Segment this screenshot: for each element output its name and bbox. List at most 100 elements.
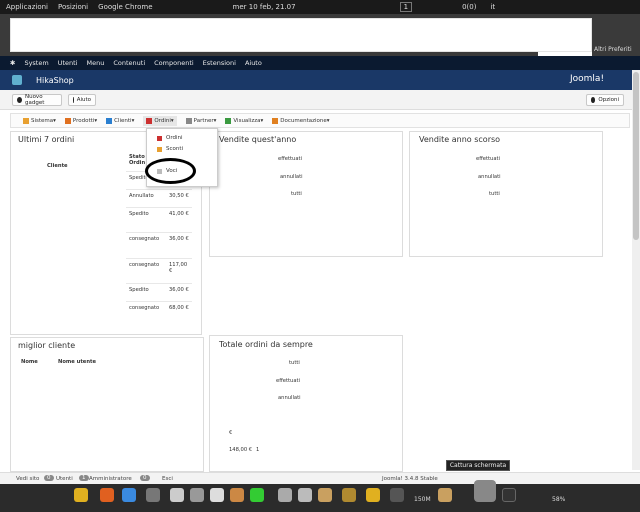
workspace-indicator[interactable]: 1 <box>399 2 413 12</box>
hika-menu-item[interactable]: Clienti ▾ <box>106 117 135 124</box>
hika-menu-item[interactable]: Sistema ▾ <box>23 117 56 124</box>
hika-menu-item[interactable]: Partner ▾ <box>185 117 217 124</box>
browser-address-overlay <box>10 18 592 52</box>
sales-row-label: effettuati <box>278 156 302 162</box>
logout-link[interactable]: Esci <box>162 476 173 482</box>
other-bookmarks[interactable]: Altri Preferiti <box>594 46 632 53</box>
joomla-status-bar: Vedi sito 0 Utenti 1 Amministratore 0 Es… <box>0 472 640 484</box>
chevron-down-icon: ▾ <box>131 117 135 124</box>
active-app-label[interactable]: Google Chrome <box>98 3 152 11</box>
panel-title: Ultimi 7 ordini <box>18 135 75 144</box>
gear-icon <box>591 97 596 103</box>
positions-menu[interactable]: Posizioni <box>58 3 88 11</box>
menu-item[interactable]: System <box>24 59 48 67</box>
table-row-divider <box>126 232 192 233</box>
document-icon[interactable] <box>170 488 184 502</box>
table-row-divider <box>126 207 192 208</box>
panel-title: Totale ordini da sempre <box>219 340 313 349</box>
chevron-down-icon: ▾ <box>170 117 174 124</box>
sales-row-label: annullati <box>478 174 501 180</box>
hika-menu-item[interactable]: Visualizza ▾ <box>225 117 263 124</box>
menu-item[interactable]: Componenti <box>154 59 194 67</box>
hika-menu-item[interactable]: Ordini ▾ <box>143 115 177 126</box>
page-title: HikaShop <box>36 75 74 85</box>
menu-item[interactable]: Estensioni <box>203 59 236 67</box>
refresh-icon[interactable] <box>250 488 264 502</box>
column-header-username: Nome utente <box>58 359 97 365</box>
tooltip: Cattura schermata <box>446 460 510 471</box>
language-indicator[interactable]: it <box>490 3 495 11</box>
menu-item-icon <box>23 117 29 124</box>
applications-menu[interactable]: Applicazioni <box>6 3 48 11</box>
sales-row-label: tutti <box>291 191 302 197</box>
annotation-circle <box>145 158 196 184</box>
messages-badge: 0 <box>140 475 150 481</box>
total-amount: 148,00 € <box>229 447 253 453</box>
order-amount: 30,50 € <box>169 193 189 199</box>
admins-label[interactable]: Amministratore <box>89 476 132 482</box>
hika-menu-item[interactable]: Prodotti ▾ <box>64 117 97 124</box>
scrollbar-thumb[interactable] <box>633 72 639 240</box>
terminal-icon[interactable] <box>390 488 404 502</box>
dropdown-item-discounts[interactable]: Sconti <box>157 146 183 152</box>
battery-indicator: 58% <box>552 496 566 503</box>
text-editor-icon[interactable] <box>210 488 224 502</box>
tools-icon[interactable] <box>278 488 292 502</box>
visitors-label[interactable]: Utenti <box>56 476 73 482</box>
panel-title: Vendite quest'anno <box>219 135 297 144</box>
chrome-launcher-icon[interactable] <box>74 488 88 502</box>
options-button[interactable]: Opzioni <box>586 94 624 106</box>
total-orders-panel: Totale ordini da sempre tutti effettuati… <box>209 335 403 472</box>
panel-title: Vendite anno scorso <box>419 135 501 144</box>
app-launcher-icon[interactable] <box>146 488 160 502</box>
plus-icon <box>17 97 22 103</box>
sales-row-label: effettuati <box>476 156 500 162</box>
settings-icon[interactable] <box>298 488 312 502</box>
help-icon <box>73 97 74 103</box>
help-button[interactable]: Aiuto <box>68 94 96 106</box>
table-row-divider <box>126 258 192 259</box>
archive-icon[interactable] <box>342 488 356 502</box>
menu-item[interactable]: Contenuti <box>113 59 145 67</box>
menu-item[interactable]: Utenti <box>58 59 78 67</box>
order-status: consegnato <box>129 262 160 268</box>
menu-item[interactable]: Menu <box>86 59 104 67</box>
files-icon[interactable] <box>438 488 452 502</box>
new-gadget-button[interactable]: Nuovo gadget <box>12 94 62 106</box>
terminal-window-icon[interactable] <box>502 488 516 502</box>
sales-row-label: tutti <box>489 191 500 197</box>
hikashop-logo-icon <box>12 75 22 85</box>
total-row-label: annullati <box>278 395 301 401</box>
menu-item-label: Documentazione <box>280 117 327 124</box>
order-amount: 36,00 € <box>169 236 189 242</box>
screenshot-icon[interactable] <box>474 480 496 502</box>
image-viewer-icon[interactable] <box>230 488 244 502</box>
order-amount: 41,00 € <box>169 211 189 217</box>
total-row-label: tutti <box>289 360 300 366</box>
chromium-launcher-icon[interactable] <box>122 488 136 502</box>
column-header-status: Stato Ordin <box>129 154 146 166</box>
firefox-launcher-icon[interactable] <box>100 488 114 502</box>
browser-task-icon[interactable] <box>366 488 380 502</box>
notification-counter[interactable]: 0(0) <box>462 3 476 11</box>
joomla-icon[interactable]: ✱ <box>10 59 15 67</box>
hika-menu-item[interactable]: Documentazione ▾ <box>272 117 330 124</box>
menu-item-label: Ordini <box>154 117 171 124</box>
clock[interactable]: mer 10 feb, 21.07 <box>233 3 296 11</box>
toolbar <box>0 90 640 110</box>
menu-item[interactable]: Aiuto <box>245 59 262 67</box>
menu-item-label: Prodotti <box>72 117 95 124</box>
table-row-divider <box>126 301 192 302</box>
folder-icon[interactable] <box>318 488 332 502</box>
dropdown-item-orders[interactable]: Ordini <box>157 135 183 141</box>
menu-item-icon <box>225 117 232 124</box>
system-top-bar: Applicazioni Posizioni Google Chrome mer… <box>0 0 640 14</box>
best-customer-panel: miglior cliente Nome Nome utente <box>10 337 204 472</box>
printer-icon[interactable] <box>190 488 204 502</box>
chevron-down-icon: ▾ <box>213 117 217 124</box>
menu-item-icon <box>64 117 71 124</box>
hikashop-menu: Sistema ▾ Prodotti ▾ Clienti ▾ Ordini ▾ Partner ▾… <box>10 113 630 128</box>
view-site-link[interactable]: Vedi sito <box>16 476 39 482</box>
memory-indicator: 150M <box>414 496 431 503</box>
menu-item-icon <box>146 117 153 124</box>
